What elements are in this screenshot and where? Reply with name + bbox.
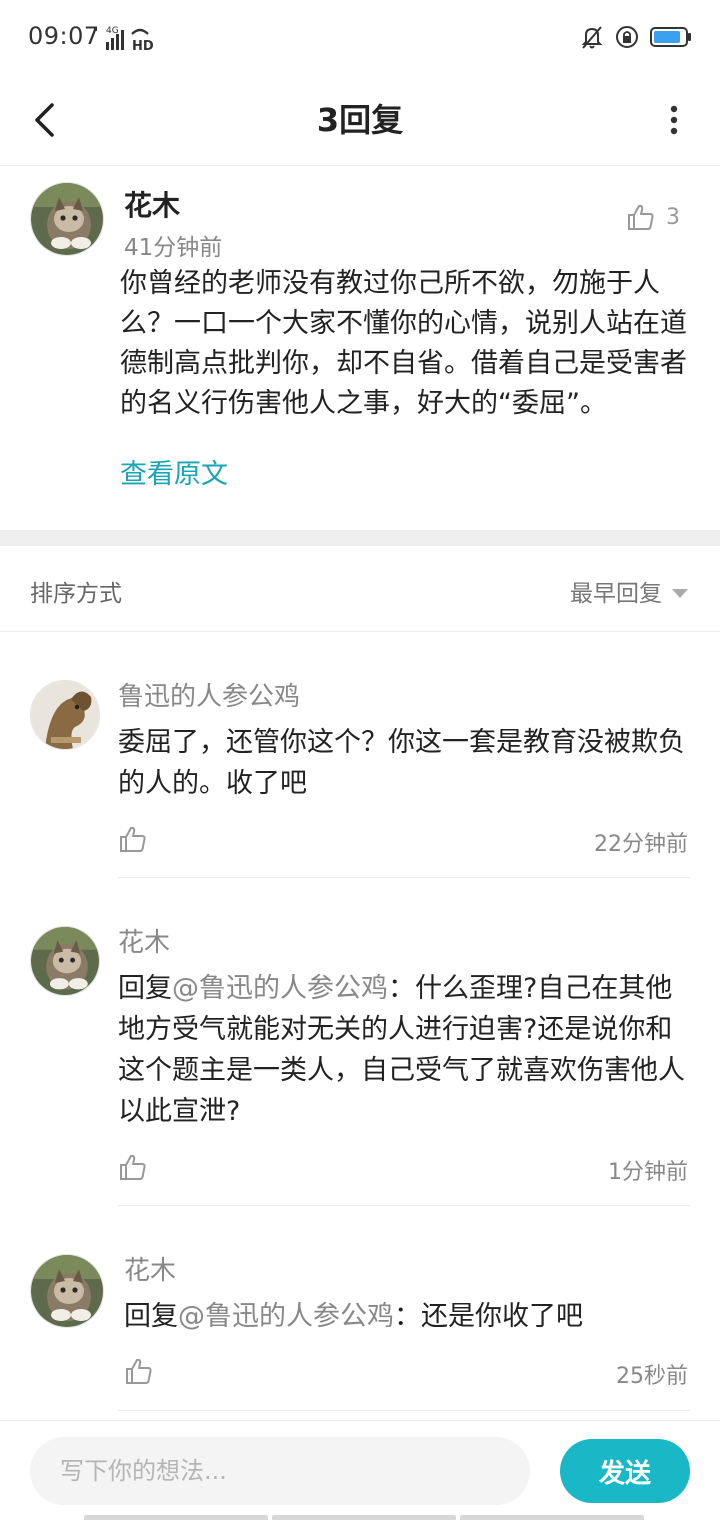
reply-author[interactable]: 鲁迅的人参公鸡	[118, 676, 300, 713]
list-item: 花木 回复@鲁迅的人参公鸡：什么歪理?自己在其他地方受气就能对无关的人进行迫害?…	[0, 878, 720, 1206]
list-item: 鲁迅的人参公鸡 委屈了，还管你这个？你这一套是教育没被欺负的人的。收了吧 22分…	[0, 632, 720, 878]
avatar[interactable]	[30, 926, 100, 996]
page-title: 3回复	[316, 101, 404, 139]
avatar[interactable]	[30, 680, 100, 750]
header: 3回复	[0, 74, 720, 166]
reply-text: 回复@鲁迅的人参公鸡：什么歪理?自己在其他地方受气就能对无关的人进行迫害?还是说…	[118, 968, 692, 1132]
status-icons	[580, 22, 692, 52]
thumbs-up-icon[interactable]	[118, 824, 148, 854]
avatar[interactable]	[30, 1254, 104, 1328]
cat-avatar-icon	[31, 927, 99, 995]
mute-bell-icon	[581, 26, 603, 49]
like-button[interactable]: 3	[626, 202, 680, 232]
reply-mention-suffix: ：	[388, 973, 415, 1004]
sort-dropdown[interactable]: 最早回复	[570, 574, 688, 608]
reply-mention[interactable]: @鲁迅的人参公鸡	[172, 973, 388, 1004]
reply-mention-prefix: 回复	[118, 973, 172, 1004]
signal-icon: 4G HD	[94, 26, 154, 52]
sort-row: 排序方式 最早回复	[0, 546, 720, 632]
thumbs-up-icon[interactable]	[124, 1356, 154, 1386]
sort-selected: 最早回复	[570, 581, 662, 607]
status-time: 09:07	[28, 22, 100, 50]
divider	[118, 1410, 690, 1411]
thumbs-up-icon[interactable]	[118, 1152, 148, 1182]
reply-body: 委屈了，还管你这个？你这一套是教育没被欺负的人的。收了吧	[118, 727, 685, 799]
more-button[interactable]	[660, 94, 688, 146]
send-button[interactable]: 发送	[560, 1439, 690, 1503]
reply-text: 回复@鲁迅的人参公鸡：还是你收了吧	[124, 1296, 698, 1337]
status-bar: 09:07 4G HD	[0, 0, 720, 74]
reply-mention[interactable]: @鲁迅的人参公鸡	[178, 1301, 394, 1332]
reply-mention-suffix: ：	[394, 1301, 421, 1332]
reply-mention-prefix: 回复	[124, 1301, 178, 1332]
reply-time: 25秒前	[616, 1364, 688, 1389]
caret-down-icon	[672, 588, 688, 598]
reply-time: 22分钟前	[594, 832, 688, 857]
author-name[interactable]: 花木	[124, 184, 180, 224]
comment-time: 41分钟前	[124, 235, 223, 261]
comment-text: 你曾经的老师没有教过你己所不欲，勿施于人么？一口一个大家不懂你的心情，说别人站在…	[120, 268, 687, 419]
reply-author[interactable]: 花木	[118, 922, 170, 959]
rotation-lock-icon	[616, 26, 638, 48]
section-divider	[0, 530, 720, 546]
like-count: 3	[666, 204, 680, 230]
comment-input[interactable]	[30, 1437, 530, 1505]
cat-avatar-icon	[31, 1255, 103, 1327]
sort-label: 排序方式	[30, 581, 122, 607]
view-original-link[interactable]: 查看原文	[120, 452, 228, 491]
main-comment: 花木 41分钟前 3 你曾经的老师没有教过你己所不欲，勿施于人么？一口一个大家不…	[0, 166, 720, 530]
thumbs-up-icon	[628, 204, 654, 230]
reply-author[interactable]: 花木	[124, 1250, 176, 1287]
system-nav-hint	[84, 1515, 644, 1520]
squirrel-avatar-icon	[31, 681, 99, 749]
hd-label: HD	[132, 39, 154, 52]
more-vertical-icon	[670, 105, 678, 135]
battery-icon	[650, 27, 691, 47]
reply-time: 1分钟前	[608, 1160, 688, 1185]
comment-composer: 发送	[0, 1420, 720, 1520]
cat-avatar-icon	[31, 183, 103, 255]
avatar[interactable]	[30, 182, 104, 256]
list-item: 花木 回复@鲁迅的人参公鸡：还是你收了吧 25秒前	[0, 1206, 720, 1418]
reply-body: 还是你收了吧	[421, 1301, 583, 1332]
reply-text: 委屈了，还管你这个？你这一套是教育没被欺负的人的。收了吧	[118, 722, 692, 804]
